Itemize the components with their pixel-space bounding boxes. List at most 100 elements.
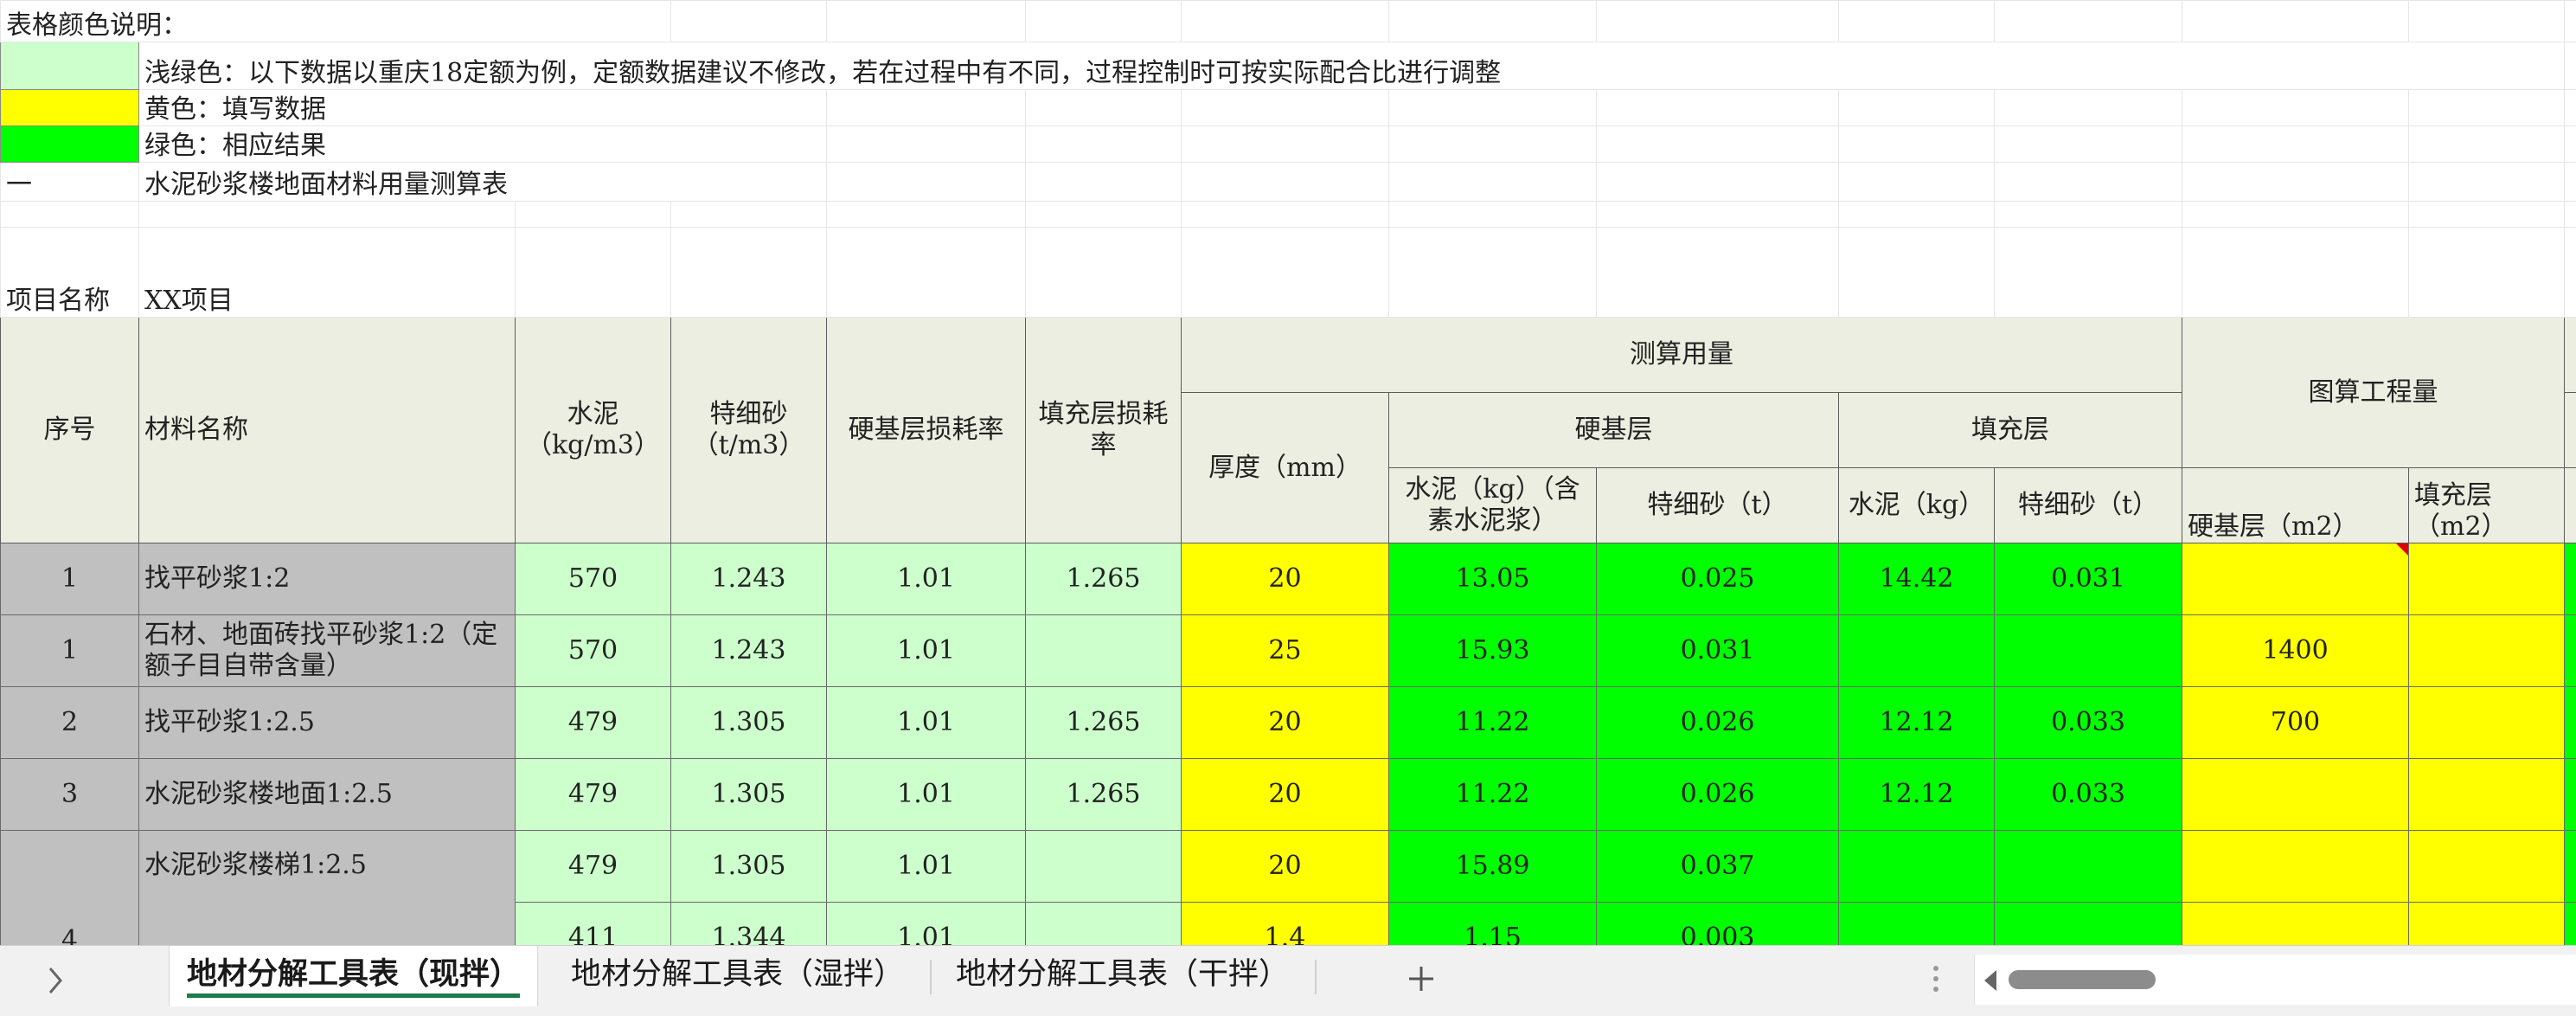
header-fill-layer: 填充层 [1839,393,2182,468]
cell-thickness[interactable]: 20 [1182,687,1389,759]
cell-fill-cement[interactable]: 14.42 [1839,543,1995,615]
spreadsheet-grid[interactable]: 表格颜色说明： 浅绿色：以下数据以重庆18定额为例，定额数据建议不修改，若在过程… [0,0,2576,945]
cell-fill-loss[interactable] [1026,903,1182,946]
header-hard-sand: 特细砂（t） [1597,468,1839,543]
cell-fill-loss[interactable] [1026,615,1182,687]
cell-thickness[interactable]: 20 [1182,543,1389,615]
cell-thickness[interactable]: 1.4 [1182,903,1389,946]
cell-fill-cement[interactable] [1839,903,1995,946]
cell-hard-cement[interactable]: 15.93 [1389,615,1597,687]
cell-hard-cement[interactable]: 15.89 [1389,831,1597,903]
cell-hard-sand[interactable]: 0.037 [1597,831,1839,903]
cell-hard-cement[interactable]: 11.22 [1389,759,1597,831]
cell-cement[interactable]: 479 [516,687,671,759]
cell-fill-sand[interactable]: 0.031 [1995,543,2182,615]
cell-hard-sand[interactable]: 0.003 [1597,903,1839,946]
cell-fill-sand[interactable] [1995,615,2182,687]
cell-cement[interactable]: 479 [516,759,671,831]
header-material: 材料名称 [139,318,516,543]
cell-fill-cement[interactable] [1839,615,1995,687]
cell-fill-m2[interactable] [2409,543,2565,615]
header-fill-sand: 特细砂（t） [1995,468,2182,543]
cell-hard-loss[interactable]: 1.01 [827,831,1026,903]
cell-seq[interactable]: 1 [1,543,139,615]
cell-sand[interactable]: 1.305 [671,831,827,903]
legend-light-green: 浅绿色：以下数据以重庆18定额为例，定额数据建议不修改，若在过程中有不同，过程控… [139,42,2565,90]
tab-sheet-wet[interactable]: 地材分解工具表（湿拌） [554,946,921,1003]
header-thickness: 厚度（mm） [1182,393,1389,543]
cell-fill-cement[interactable]: 12.12 [1839,759,1995,831]
cell-sand[interactable]: 1.305 [671,687,827,759]
table-row: 3 水泥砂浆楼地面1:2.5 479 1.305 1.01 1.265 20 1… [1,759,2576,831]
cell-fill-cement[interactable] [1839,831,1995,903]
cell-fill-loss[interactable]: 1.265 [1026,759,1182,831]
cell-fill-m2[interactable] [2409,759,2565,831]
cell-fill-sand[interactable]: 0.033 [1995,759,2182,831]
cell-sand[interactable]: 1.243 [671,615,827,687]
vertical-dots-icon[interactable] [1931,961,1941,1002]
cell-hard-cement[interactable]: 13.05 [1389,543,1597,615]
cell-hard-loss[interactable]: 1.01 [827,759,1026,831]
cell-cement[interactable]: 570 [516,543,671,615]
tab-sheet-dry[interactable]: 地材分解工具表（干拌） [939,946,1306,1003]
cell-sand[interactable]: 1.344 [671,903,827,946]
cell-hard-cement[interactable]: 11.22 [1389,687,1597,759]
header-hard-layer: 硬基层 [1389,393,1839,468]
tab-label: 地材分解工具表（干拌） [956,957,1289,992]
cell-fill-loss[interactable] [1026,831,1182,903]
cell-fill-m2[interactable] [2409,903,2565,946]
cell-fill-cement[interactable]: 12.12 [1839,687,1995,759]
cell-material[interactable]: 水泥砂浆楼地面1:2.5 [139,759,516,831]
cell-thickness[interactable]: 25 [1182,615,1389,687]
cell-fill-loss[interactable]: 1.265 [1026,687,1182,759]
tab-label: 地材分解工具表（现拌） [187,957,520,992]
green-swatch [1,126,139,163]
triangle-left-icon[interactable] [1981,965,2000,1000]
cell-sand[interactable]: 1.305 [671,759,827,831]
cell-hard-sand[interactable]: 0.025 [1597,543,1839,615]
table-row: 2 找平砂浆1:2.5 479 1.305 1.01 1.265 20 11.2… [1,687,2576,759]
cell-hard-m2[interactable] [2182,831,2409,903]
cell-hard-m2[interactable]: 700 [2182,687,2409,759]
yellow-swatch [1,90,139,126]
cell-thickness[interactable]: 20 [1182,831,1389,903]
cell-hard-loss[interactable]: 1.01 [827,543,1026,615]
project-label: 项目名称 [1,228,139,318]
plus-icon[interactable] [1406,963,1437,1000]
cell-cement[interactable]: 479 [516,831,671,903]
cell-seq[interactable]: 3 [1,759,139,831]
cell-seq[interactable]: 1 [1,615,139,687]
cell-fill-m2[interactable] [2409,687,2565,759]
tab-sheet-onsite[interactable]: 地材分解工具表（现拌） [169,946,538,1006]
cell-thickness[interactable]: 20 [1182,759,1389,831]
cell-hard-m2[interactable] [2182,903,2409,946]
cell-material[interactable]: 水泥砂浆楼梯1:2.5 [139,831,516,946]
cell-seq[interactable]: 4 [1,831,139,946]
cell-hard-loss[interactable]: 1.01 [827,903,1026,946]
cell-material[interactable]: 找平砂浆1:2.5 [139,687,516,759]
cell-hard-loss[interactable]: 1.01 [827,615,1026,687]
cell-hard-m2[interactable] [2182,759,2409,831]
cell-hard-sand[interactable]: 0.031 [1597,615,1839,687]
cell-material[interactable]: 找平砂浆1:2 [139,543,516,615]
cell-seq[interactable]: 2 [1,687,139,759]
cell-hard-loss[interactable]: 1.01 [827,687,1026,759]
cell-fill-sand[interactable] [1995,831,2182,903]
cell-material[interactable]: 石材、地面砖找平砂浆1:2（定额子目自带含量） [139,615,516,687]
cell-hard-m2[interactable] [2182,543,2409,615]
chevron-right-icon[interactable] [43,963,67,1004]
legend-green: 绿色：相应结果 [139,126,827,163]
cell-hard-cement[interactable]: 1.15 [1389,903,1597,946]
cell-fill-m2[interactable] [2409,831,2565,903]
cell-fill-m2[interactable] [2409,615,2565,687]
cell-fill-sand[interactable] [1995,903,2182,946]
cell-cement[interactable]: 570 [516,615,671,687]
cell-sand[interactable]: 1.243 [671,543,827,615]
cell-fill-loss[interactable]: 1.265 [1026,543,1182,615]
cell-cement[interactable]: 411 [516,903,671,946]
cell-fill-sand[interactable]: 0.033 [1995,687,2182,759]
cell-hard-sand[interactable]: 0.026 [1597,687,1839,759]
cell-hard-m2[interactable]: 1400 [2182,615,2409,687]
scrollbar-thumb[interactable] [2009,970,2156,989]
cell-hard-sand[interactable]: 0.026 [1597,759,1839,831]
